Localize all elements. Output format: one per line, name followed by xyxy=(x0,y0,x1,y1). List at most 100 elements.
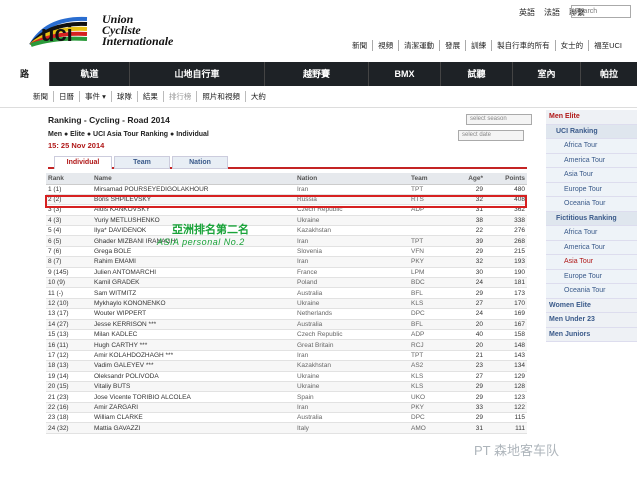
col-nation[interactable]: Nation xyxy=(295,173,409,185)
sidebar-item[interactable]: Africa Tour xyxy=(546,139,637,154)
team-link[interactable]: BFL xyxy=(409,319,445,330)
rider-name-link[interactable]: Julien ANTOMARCHI xyxy=(92,267,295,279)
col-team[interactable]: Team xyxy=(409,173,445,185)
rider-name-link[interactable]: Milan KADLEC xyxy=(92,329,295,341)
sidebar-item[interactable]: Men Elite xyxy=(546,110,637,125)
team-link[interactable]: RCJ xyxy=(409,339,445,351)
rider-name-link[interactable]: Jesse KERRISON *** xyxy=(92,319,295,330)
nav-trials[interactable]: 試聽 xyxy=(441,62,513,86)
nav-indoor[interactable]: 室內 xyxy=(513,62,581,86)
sidebar-item[interactable]: Europe Tour xyxy=(546,182,637,197)
rider-name-link[interactable]: Kamil GRADEK xyxy=(92,277,295,289)
team-link[interactable]: DPC xyxy=(409,308,445,320)
subnav-photos-videos[interactable]: 照片和視頻 xyxy=(196,91,245,102)
points-cell: 480 xyxy=(485,184,527,195)
rider-name-link[interactable]: Rahim EMAMI xyxy=(92,256,295,268)
team-link[interactable]: UKO xyxy=(409,391,445,403)
lang-link[interactable]: 法語 xyxy=(544,7,560,18)
team-link[interactable]: TPT xyxy=(409,184,445,195)
team-link[interactable]: TPT xyxy=(409,235,445,247)
nav-track[interactable]: 軌道 xyxy=(50,62,130,86)
nation-cell: Australia xyxy=(295,287,409,299)
nav-bmx[interactable]: BMX xyxy=(369,62,441,86)
rider-name-link[interactable]: Hugh CARTHY *** xyxy=(92,339,295,351)
sidebar-item[interactable]: Women Elite xyxy=(546,298,637,313)
nav-para[interactable]: 帕拉 xyxy=(581,62,637,86)
season-select[interactable]: select season xyxy=(466,114,532,125)
sidebar-item[interactable]: Fictitious Ranking xyxy=(546,211,637,226)
rider-name-link[interactable]: Grega BOLE xyxy=(92,246,295,258)
rider-name-link[interactable]: Amir ZARGARI xyxy=(92,402,295,414)
search-input[interactable]: Search xyxy=(571,5,631,18)
team-link[interactable]: BDC xyxy=(409,277,445,289)
header-link[interactable]: 新聞 xyxy=(347,40,372,51)
team-link[interactable]: VFN xyxy=(409,246,445,258)
header-link[interactable]: 女士的 xyxy=(554,40,589,51)
rider-name-link[interactable]: Vadim GALEYEV *** xyxy=(92,360,295,372)
subnav-calendar[interactable]: 日曆 xyxy=(53,91,79,102)
date-select[interactable]: select date xyxy=(458,130,524,141)
rider-name-link[interactable]: Mattia GAVAZZI xyxy=(92,422,295,434)
team-link[interactable]: KLS xyxy=(409,381,445,393)
team-link[interactable]: PKY xyxy=(409,256,445,268)
nav-road[interactable]: 路 xyxy=(0,62,50,86)
header-link[interactable]: 清潔運動 xyxy=(398,40,439,51)
sidebar-item[interactable]: Men Under 23 xyxy=(546,313,637,328)
sidebar-item[interactable]: America Tour xyxy=(546,240,637,255)
col-age[interactable]: Age* xyxy=(445,173,485,185)
team-link[interactable] xyxy=(409,225,445,237)
team-link[interactable]: KLS xyxy=(409,371,445,382)
col-rank[interactable]: Rank xyxy=(46,173,92,185)
rider-name-link[interactable]: Vitaliy BUTS xyxy=(92,381,295,393)
sidebar-item[interactable]: Asia Tour xyxy=(546,255,637,270)
rider-name-link[interactable]: Sam WITMITZ xyxy=(92,287,295,299)
sidebar-item[interactable]: Africa Tour xyxy=(546,226,637,241)
sidebar-item[interactable]: Oceania Tour xyxy=(546,197,637,212)
team-link[interactable]: ADP xyxy=(409,329,445,341)
rider-name-link[interactable]: Wouter WIPPERT xyxy=(92,308,295,320)
team-link[interactable]: KLS xyxy=(409,298,445,310)
tab-nation[interactable]: Nation xyxy=(172,156,228,169)
table-row: 16 (11) Hugh CARTHY *** Great Britain RCJ 20… xyxy=(46,339,527,351)
team-link[interactable]: AS2 xyxy=(409,360,445,372)
subnav-about[interactable]: 大約 xyxy=(244,91,271,102)
team-link[interactable]: TPT xyxy=(409,350,445,362)
team-link[interactable]: DPC xyxy=(409,412,445,424)
sidebar-item[interactable]: Oceania Tour xyxy=(546,284,637,299)
uci-logo-icon[interactable]: uci xyxy=(27,11,97,51)
header-link[interactable]: 視頻 xyxy=(372,40,398,51)
header-link[interactable]: 訓練 xyxy=(465,40,491,51)
rider-name-link[interactable]: Mykhaylo KONONENKO xyxy=(92,298,295,310)
header-link[interactable]: 發展 xyxy=(439,40,465,51)
subnav-events[interactable]: 事件 ▾ xyxy=(79,91,111,102)
nav-cyclocross[interactable]: 越野賽 xyxy=(265,62,369,86)
rider-name-link[interactable]: Oleksandr POLIVODA xyxy=(92,371,295,382)
points-cell: 128 xyxy=(485,381,527,393)
team-link[interactable]: PKY xyxy=(409,402,445,414)
rider-name-link[interactable]: Jose Vicente TORIBIO ALCOLEA xyxy=(92,391,295,403)
team-link[interactable]: AMO xyxy=(409,422,445,434)
sidebar-item[interactable]: Asia Tour xyxy=(546,168,637,183)
lang-link[interactable]: 英語 xyxy=(519,7,535,18)
tab-individual[interactable]: Individual xyxy=(54,156,112,169)
subnav-rankings[interactable]: 排行榜 xyxy=(162,91,197,102)
header-link[interactable]: 福至UCI xyxy=(588,40,627,51)
team-link[interactable] xyxy=(409,215,445,227)
subnav-news[interactable]: 新聞 xyxy=(28,91,53,102)
tab-team[interactable]: Team xyxy=(114,156,170,169)
rider-name-link[interactable]: Amir KOLAHDOZHAGH *** xyxy=(92,350,295,362)
nav-mountain-bike[interactable]: 山地自行車 xyxy=(130,62,265,86)
rider-name-link[interactable]: Mirsamad POURSEYEDIGOLAKHOUR xyxy=(92,184,295,195)
sidebar-item[interactable]: America Tour xyxy=(546,153,637,168)
team-link[interactable]: LPM xyxy=(409,267,445,279)
rider-name-link[interactable]: William CLARKE xyxy=(92,412,295,424)
subnav-results[interactable]: 結果 xyxy=(136,91,163,102)
col-points[interactable]: Points xyxy=(485,173,527,185)
header-link[interactable]: 製自行車的所有 xyxy=(491,40,555,51)
col-name[interactable]: Name xyxy=(92,173,295,185)
sidebar-item[interactable]: Men Juniors xyxy=(546,327,637,342)
sidebar-item[interactable]: Europe Tour xyxy=(546,269,637,284)
team-link[interactable]: BFL xyxy=(409,287,445,299)
subnav-teams[interactable]: 球隊 xyxy=(110,91,137,102)
sidebar-item[interactable]: UCI Ranking xyxy=(546,124,637,139)
